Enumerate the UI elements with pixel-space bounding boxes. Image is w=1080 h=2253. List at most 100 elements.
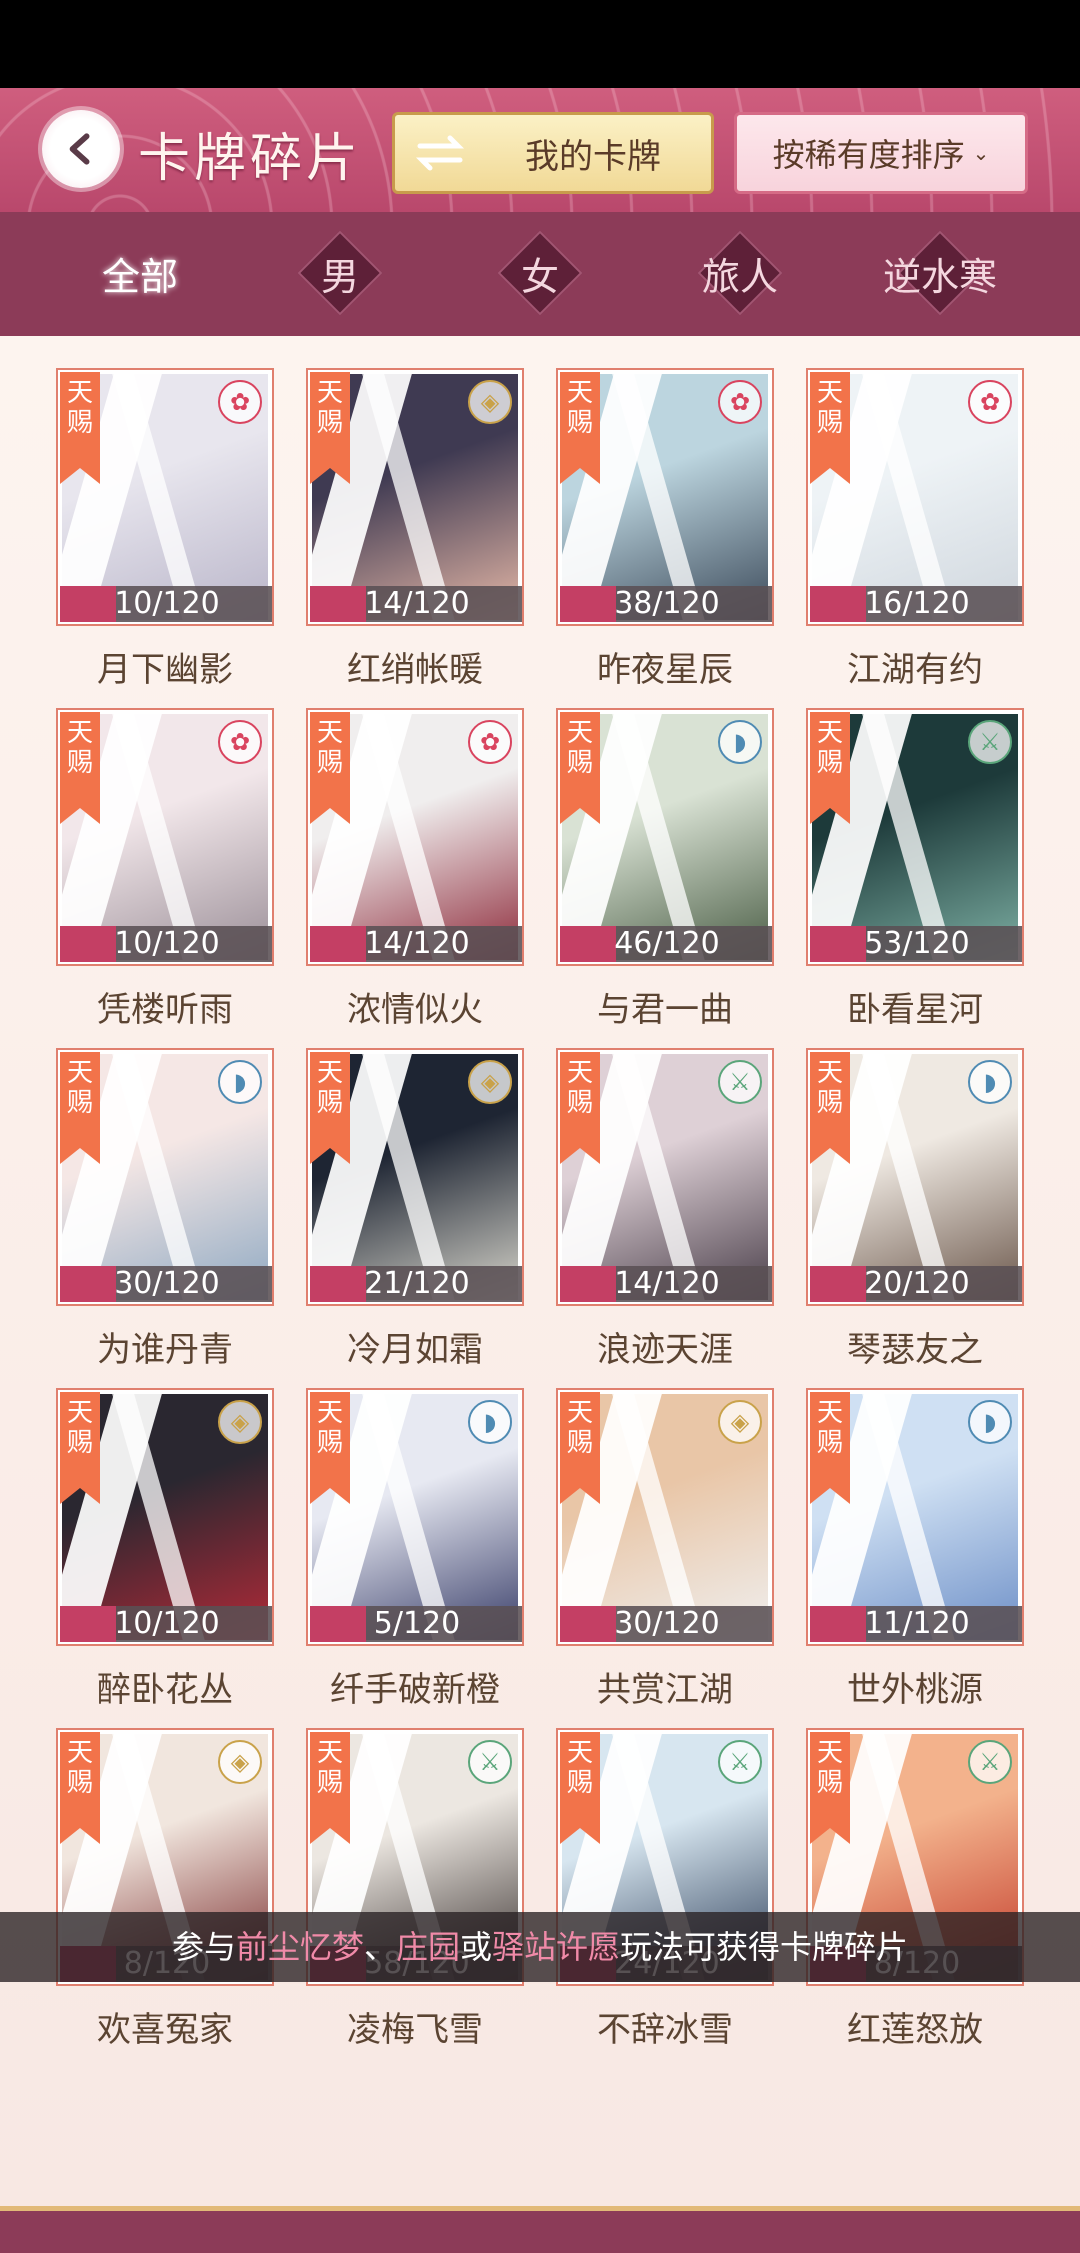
card-name: 昨夜星辰 (597, 650, 733, 690)
swap-icon (395, 115, 485, 191)
sort-dropdown[interactable]: 按稀有度排序 ⌄ (734, 112, 1028, 194)
card-name: 红莲怒放 (847, 2010, 983, 2050)
card-name: 凌梅飞雪 (347, 2010, 483, 2050)
card-frame: 天赐 ✿ 16/120 (806, 368, 1024, 626)
card-name: 为谁丹青 (97, 1330, 233, 1370)
card-frame: 天赐 ◈ 21/120 (306, 1048, 524, 1306)
card-item[interactable]: 天赐 ◈ 10/120 (56, 1388, 274, 1646)
my-cards-button[interactable]: 我的卡牌 (392, 112, 714, 194)
card-item[interactable]: 天赐 ◗ 20/120 (806, 1048, 1024, 1306)
rarity-tag: 天赐 (60, 1392, 100, 1504)
fan-icon: ◗ (718, 720, 762, 764)
coin-icon: ◈ (468, 1060, 512, 1104)
rarity-tag: 天赐 (60, 372, 100, 484)
card-frame: 天赐 ⚔ 14/120 (556, 1048, 774, 1306)
flower-icon: ✿ (218, 720, 262, 764)
filter-tab-male[interactable]: 男 (280, 230, 400, 316)
filter-tab-label: 全部 (101, 254, 178, 299)
rarity-tag: 天赐 (810, 1052, 850, 1164)
hint-link-yizhan[interactable]: 驿站许愿 (492, 1928, 620, 1966)
card-item[interactable]: 天赐 ✿ 10/120 (56, 368, 274, 626)
fragment-count: 14/120 (310, 926, 522, 962)
card-item[interactable]: 天赐 ◗ 11/120 (806, 1388, 1024, 1646)
card-frame: 天赐 ◈ 30/120 (556, 1388, 774, 1646)
fragment-count: 16/120 (810, 586, 1022, 622)
fragment-count-text: 21/120 (364, 1266, 470, 1301)
filter-tab-label: 旅人 (701, 254, 778, 299)
rarity-tag: 天赐 (560, 1732, 600, 1844)
card-item[interactable]: 天赐 ◈ 21/120 (306, 1048, 524, 1306)
card-name: 世外桃源 (847, 1670, 983, 1710)
sword-icon: ⚔ (968, 720, 1012, 764)
fragment-count: 10/120 (60, 586, 272, 622)
fragment-count-text: 20/120 (864, 1266, 970, 1301)
filter-tab-traveler[interactable]: 旅人 (680, 230, 800, 316)
rarity-tag: 天赐 (310, 1732, 350, 1844)
card-item[interactable]: 天赐 ⚔ 14/120 (556, 1048, 774, 1306)
card-frame: 天赐 ◈ 10/120 (56, 1388, 274, 1646)
coin-icon: ◈ (218, 1400, 262, 1444)
hint-toast: 参与前尘忆梦、庄园或驿站许愿玩法可获得卡牌碎片 (0, 1912, 1080, 1982)
rarity-tag: 天赐 (810, 1732, 850, 1844)
card-item[interactable]: 天赐 ✿ 16/120 (806, 368, 1024, 626)
page-title: 卡牌碎片 (138, 129, 363, 189)
fragment-count-text: 10/120 (114, 1606, 220, 1641)
fragment-count: 21/120 (310, 1266, 522, 1302)
footer-bar (0, 2206, 1080, 2253)
rarity-tag: 天赐 (810, 1392, 850, 1504)
rarity-tag: 天赐 (560, 1052, 600, 1164)
fragment-count: 5/120 (310, 1606, 522, 1642)
card-item[interactable]: 天赐 ◗ 46/120 (556, 708, 774, 966)
card-item[interactable]: 天赐 ✿ 14/120 (306, 708, 524, 966)
back-arrow-icon (69, 133, 90, 165)
fan-icon: ◗ (468, 1400, 512, 1444)
hint-link-qianchen[interactable]: 前尘忆梦 (236, 1928, 364, 1966)
card-item[interactable]: 天赐 ◈ 30/120 (556, 1388, 774, 1646)
card-name: 浪迹天涯 (597, 1330, 733, 1370)
fragment-count-text: 5/120 (373, 1606, 461, 1641)
rarity-tag: 天赐 (810, 712, 850, 824)
hint-text: 玩法可获得卡牌碎片 (620, 1928, 909, 1966)
fragment-count: 53/120 (810, 926, 1022, 962)
card-item[interactable]: 天赐 ✿ 38/120 (556, 368, 774, 626)
card-item[interactable]: 天赐 ⚔ 53/120 (806, 708, 1024, 966)
rarity-tag: 天赐 (310, 1392, 350, 1504)
filter-tab-label: 女 (520, 254, 559, 299)
card-item[interactable]: 天赐 ✿ 10/120 (56, 708, 274, 966)
filter-tab-label: 逆水寒 (882, 254, 997, 299)
card-name: 江湖有约 (847, 650, 983, 690)
rarity-tag: 天赐 (60, 1732, 100, 1844)
card-frame: 天赐 ◗ 46/120 (556, 708, 774, 966)
card-frame: 天赐 ◗ 30/120 (56, 1048, 274, 1306)
flower-icon: ✿ (968, 380, 1012, 424)
filter-tab-nishuihan[interactable]: 逆水寒 (870, 230, 1010, 316)
card-item[interactable]: 天赐 ◗ 30/120 (56, 1048, 274, 1306)
card-name: 欢喜冤家 (97, 2010, 233, 2050)
hint-link-zhuangyuan[interactable]: 庄园 (396, 1928, 460, 1966)
card-frame: 天赐 ✿ 10/120 (56, 368, 274, 626)
filter-tab-female[interactable]: 女 (480, 230, 600, 316)
back-button[interactable] (42, 110, 120, 188)
card-name: 琴瑟友之 (847, 1330, 983, 1370)
fragment-count-text: 38/120 (614, 586, 720, 621)
rarity-tag: 天赐 (310, 372, 350, 484)
rarity-tag: 天赐 (810, 372, 850, 484)
card-frame: 天赐 ◈ 14/120 (306, 368, 524, 626)
fragment-count: 30/120 (560, 1606, 772, 1642)
card-item[interactable]: 天赐 ◗ 5/120 (306, 1388, 524, 1646)
fragment-count-text: 14/120 (364, 926, 470, 961)
card-item[interactable]: 天赐 ◈ 14/120 (306, 368, 524, 626)
fragment-count-text: 30/120 (114, 1266, 220, 1301)
filter-tab-all[interactable]: 全部 (80, 238, 200, 308)
chevron-down-icon: ⌄ (972, 141, 990, 165)
card-frame: 天赐 ⚔ 53/120 (806, 708, 1024, 966)
card-name: 共赏江湖 (597, 1670, 733, 1710)
card-name: 冷月如霜 (347, 1330, 483, 1370)
rarity-tag: 天赐 (60, 1052, 100, 1164)
fragment-count-text: 14/120 (364, 586, 470, 621)
card-frame: 天赐 ◗ 5/120 (306, 1388, 524, 1646)
sword-icon: ⚔ (718, 1740, 762, 1784)
card-frame: 天赐 ✿ 14/120 (306, 708, 524, 966)
card-name: 红绡帐暖 (347, 650, 483, 690)
fan-icon: ◗ (218, 1060, 262, 1104)
